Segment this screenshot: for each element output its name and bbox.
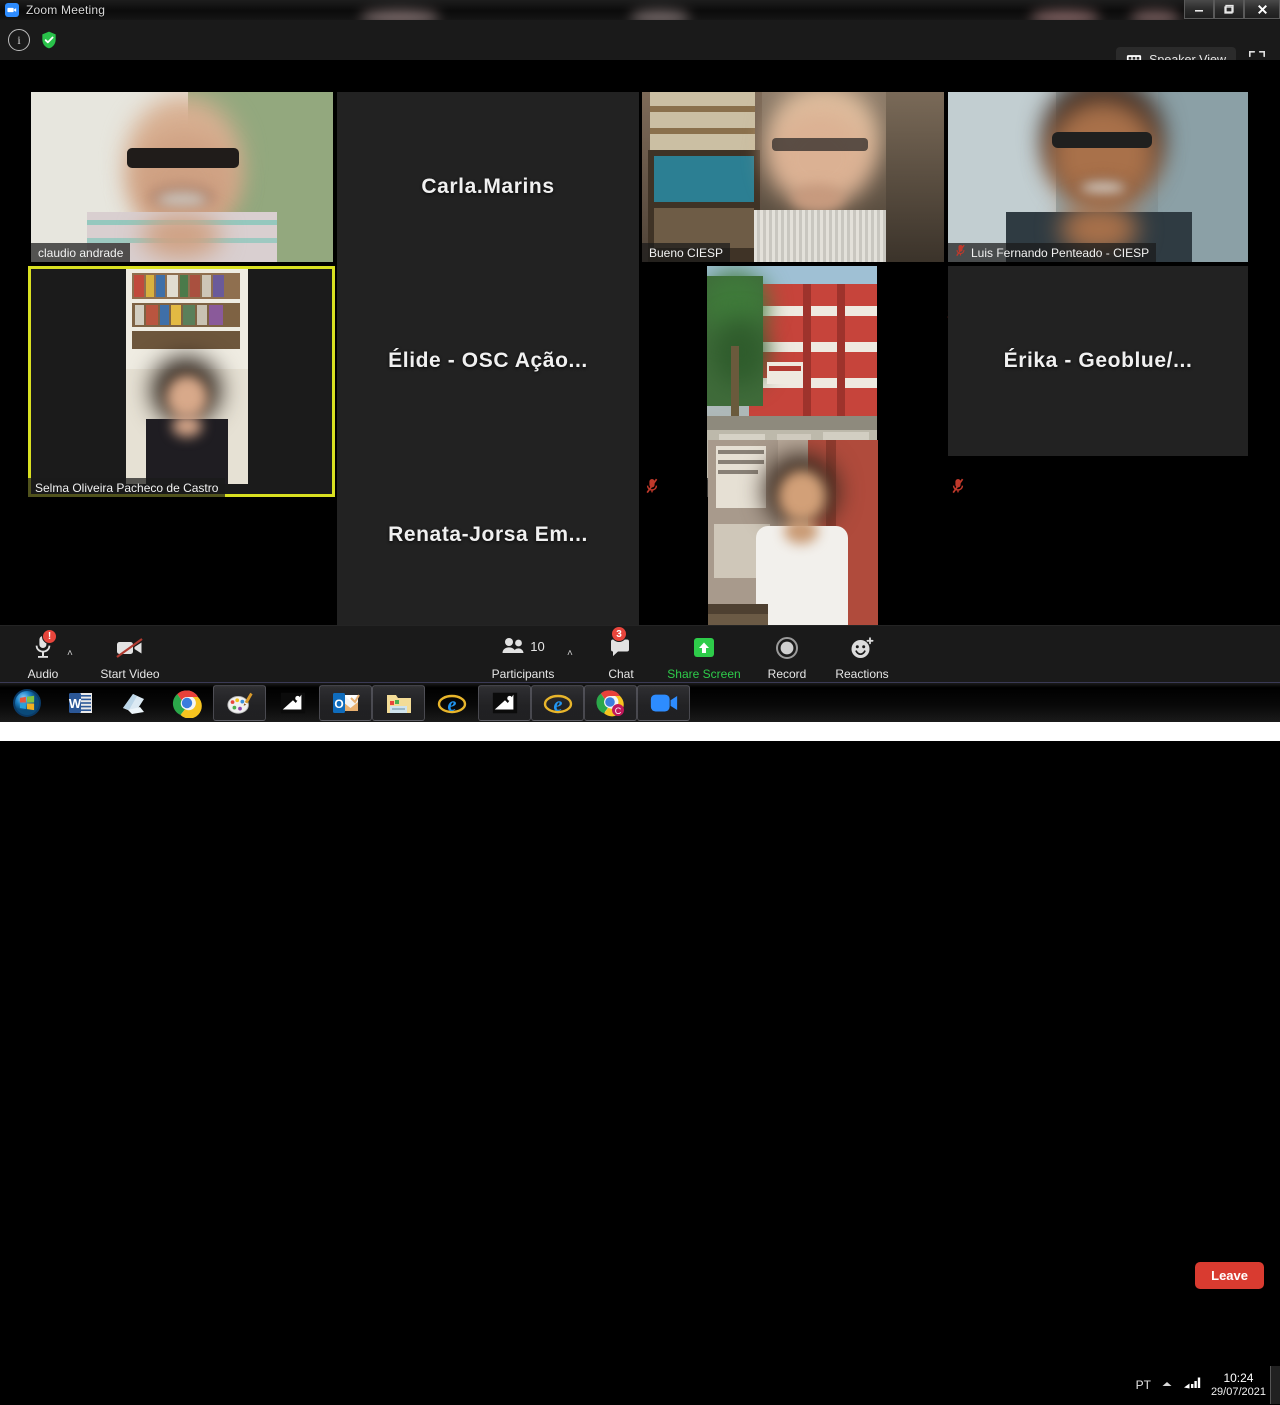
participants-count: 10	[530, 639, 544, 654]
participant-video	[642, 92, 944, 262]
meeting-topbar: i Speaker View	[0, 20, 1280, 60]
internet-explorer-icon-2[interactable]: e	[531, 685, 584, 721]
close-button[interactable]	[1244, 0, 1280, 19]
share-screen-icon	[691, 632, 717, 660]
chrome-icon[interactable]	[160, 685, 213, 721]
paint-icon[interactable]	[213, 685, 266, 721]
desktop-background	[0, 722, 1280, 741]
svg-text:e: e	[447, 694, 456, 716]
participant-video	[31, 92, 333, 262]
record-button[interactable]: Record	[744, 632, 830, 681]
audio-button[interactable]: ! Audio	[0, 632, 86, 681]
svg-text:O: O	[334, 697, 343, 711]
window-titlebar: Zoom Meeting	[0, 0, 1280, 20]
participant-name-bar: claudio andrade	[31, 243, 130, 262]
reactions-button[interactable]: Reactions	[819, 632, 905, 681]
record-label: Record	[768, 667, 807, 681]
network-icon[interactable]	[1183, 1375, 1201, 1396]
spacer	[645, 478, 659, 497]
reactions-smiley-icon	[849, 632, 875, 660]
participants-button[interactable]: 10 Participants	[480, 632, 566, 681]
participant-name: Érika - Geoblue/...	[1004, 349, 1193, 373]
reactions-label: Reactions	[835, 667, 888, 681]
participant-name: Bueno CIESP	[649, 246, 723, 260]
language-indicator[interactable]: PT	[1136, 1378, 1151, 1392]
windows-taskbar: W	[0, 682, 1280, 722]
share-screen-label: Share Screen	[667, 667, 740, 681]
svg-text:W: W	[68, 696, 81, 711]
participant-name: Renata-Jorsa Em...	[388, 523, 588, 547]
maximize-button[interactable]	[1214, 0, 1244, 19]
explorer-icon[interactable]	[372, 685, 425, 721]
microphone-warning-icon: !	[33, 632, 53, 660]
meeting-toolbar: ! Audio ˄ Start Video 10 Participants ˄	[0, 625, 1280, 682]
chat-button[interactable]: 3 Chat	[578, 632, 664, 681]
participant-name-bar: Luis Fernando Penteado - CIESP	[948, 243, 1156, 262]
start-video-button[interactable]: Start Video	[87, 632, 173, 681]
video-tile-luis-fernando-penteado[interactable]: Luis Fernando Penteado - CIESP	[948, 92, 1248, 262]
mic-muted-icon	[955, 244, 966, 262]
system-tray: PT 10:24 29/07/2021	[1136, 1365, 1266, 1405]
shield-check-icon[interactable]	[38, 29, 60, 51]
svg-text:C: C	[614, 706, 621, 716]
participant-name: Luis Fernando Penteado - CIESP	[971, 246, 1149, 260]
participant-name: claudio andrade	[38, 246, 123, 260]
media-app-icon-2[interactable]	[478, 685, 531, 721]
video-tile-selma-oliveira[interactable]: Selma Oliveira Pacheco de Castro	[28, 266, 335, 497]
windows-start-orb[interactable]	[0, 688, 54, 718]
zoom-camera-icon	[5, 3, 19, 17]
audio-options-caret[interactable]: ˄	[67, 648, 73, 659]
leave-button[interactable]: Leave	[1195, 1262, 1264, 1289]
video-tile-renata-jorsa[interactable]: Renata-Jorsa Em...	[337, 440, 639, 630]
participant-name: Carla.Marins	[421, 175, 554, 199]
media-app-icon[interactable]	[266, 685, 319, 721]
internet-explorer-icon[interactable]: e	[425, 685, 478, 721]
chat-unread-badge: 3	[611, 626, 627, 642]
participant-video	[126, 269, 248, 484]
chrome-badge-icon[interactable]: C	[584, 685, 637, 721]
share-screen-button[interactable]: Share Screen	[661, 632, 747, 681]
participant-name: Selma Oliveira Pacheco de Castro	[35, 481, 218, 495]
people-icon: 10	[501, 632, 544, 660]
clock-date: 29/07/2021	[1211, 1386, 1266, 1400]
record-icon	[775, 632, 799, 660]
participant-video	[948, 92, 1248, 262]
clock[interactable]: 10:24 29/07/2021	[1211, 1371, 1266, 1400]
video-tile-erika-geoblue[interactable]: Érika - Geoblue/...	[948, 266, 1248, 456]
video-gallery: claudio andrade Carla.Marins Bu	[0, 60, 1280, 625]
start-video-label: Start Video	[100, 667, 159, 681]
window-controls	[1184, 0, 1280, 20]
participant-name-bar: Bueno CIESP	[642, 243, 730, 262]
chevron-up-icon[interactable]	[1161, 1376, 1173, 1394]
chat-label: Chat	[608, 667, 633, 681]
outlook-icon[interactable]: O	[319, 685, 372, 721]
clock-time: 10:24	[1223, 1371, 1253, 1386]
minimize-button[interactable]	[1184, 0, 1214, 19]
info-icon[interactable]: i	[8, 29, 30, 51]
audio-alert-badge: !	[42, 629, 57, 644]
video-tile-bueno-ciesp[interactable]: Bueno CIESP	[642, 92, 944, 262]
chat-bubble-icon: 3	[609, 632, 633, 660]
participants-label: Participants	[492, 667, 555, 681]
camera-off-icon	[115, 632, 145, 660]
mic-muted-icon	[951, 478, 965, 494]
journal-icon[interactable]	[107, 685, 160, 721]
video-tile-claudio-andrade[interactable]: claudio andrade	[31, 92, 333, 262]
zoom-icon[interactable]	[637, 685, 690, 721]
window-title: Zoom Meeting	[26, 3, 105, 17]
video-tile-carla-marins[interactable]: Carla.Marins	[337, 92, 639, 282]
participant-name-bar: Selma Oliveira Pacheco de Castro	[28, 478, 225, 497]
participants-options-caret[interactable]: ˄	[567, 648, 573, 659]
audio-label: Audio	[28, 667, 59, 681]
participant-name: Élide - OSC Ação...	[388, 349, 588, 373]
show-desktop-button[interactable]	[1270, 1366, 1280, 1404]
word-icon[interactable]: W	[54, 685, 107, 721]
video-tile-elide-osc-acao[interactable]: Élide - OSC Ação...	[337, 266, 639, 456]
svg-text:e: e	[553, 694, 562, 716]
